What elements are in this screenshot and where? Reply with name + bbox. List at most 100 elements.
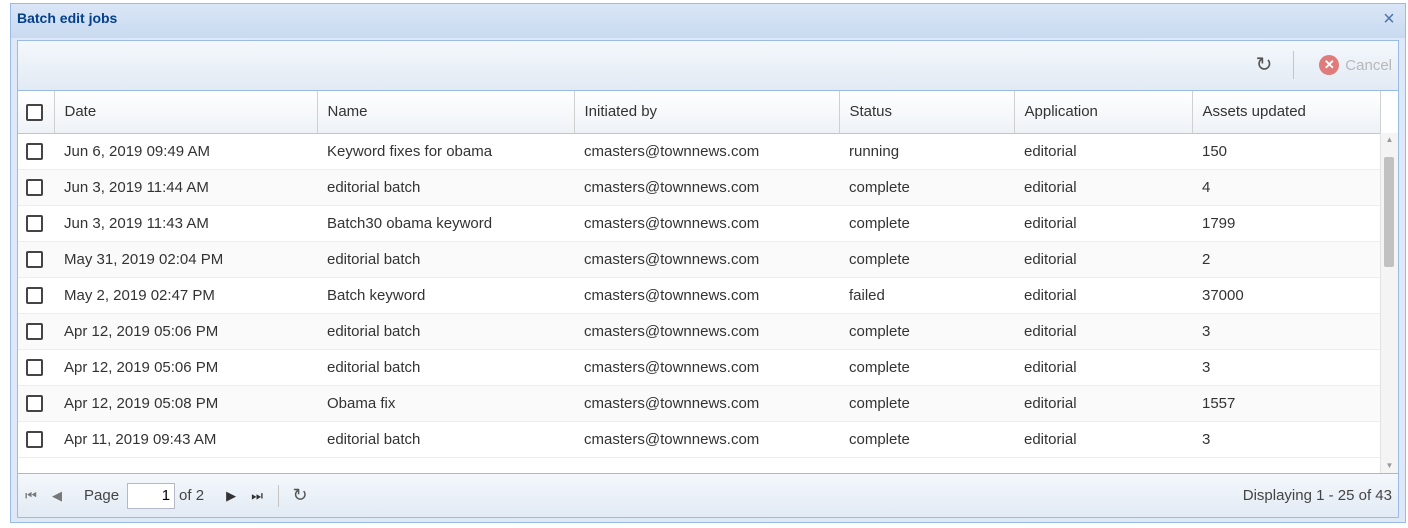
cell-initiated-by: cmasters@townnews.com (574, 169, 839, 206)
cell-application: editorial (1014, 277, 1192, 314)
cell-date: May 31, 2019 02:04 PM (54, 241, 317, 278)
cell-assets-updated: 37000 (1192, 277, 1380, 314)
cell-date: May 2, 2019 02:47 PM (54, 277, 317, 314)
window-titlebar: Batch edit jobs × (11, 4, 1405, 38)
row-checkbox[interactable] (26, 286, 43, 304)
row-checkbox[interactable] (26, 394, 43, 412)
cell-application: editorial (1014, 133, 1192, 170)
cell-assets-updated: 3 (1192, 349, 1380, 386)
jobs-table: Date Name Initiated by Status Applicatio… (18, 91, 1381, 458)
cell-assets-updated: 1557 (1192, 385, 1380, 422)
cell-status: complete (839, 241, 1014, 278)
row-checkbox[interactable] (26, 214, 43, 232)
next-page-icon[interactable]: ▶ (218, 488, 244, 504)
cell-name: editorial batch (317, 421, 574, 458)
column-header-name[interactable]: Name (317, 91, 575, 134)
scroll-up-icon[interactable]: ▲ (1381, 133, 1398, 147)
cell-initiated-by: cmasters@townnews.com (574, 421, 839, 458)
cell-assets-updated: 1799 (1192, 205, 1380, 242)
cell-date: Jun 6, 2019 09:49 AM (54, 133, 317, 170)
cell-name: Keyword fixes for obama (317, 133, 574, 170)
cell-initiated-by: cmasters@townnews.com (574, 241, 839, 278)
row-select-cell (18, 241, 54, 278)
cancel-button[interactable]: ✕ Cancel (1319, 53, 1392, 77)
cell-application: editorial (1014, 385, 1192, 422)
cell-date: Apr 12, 2019 05:06 PM (54, 313, 317, 350)
table-row[interactable]: Apr 12, 2019 05:08 PM Obama fix cmasters@t… (18, 385, 1380, 422)
column-header-status[interactable]: Status (839, 91, 1015, 134)
row-select-cell (18, 385, 54, 422)
table-row[interactable]: Jun 3, 2019 11:43 AM Batch30 obama keywor… (18, 205, 1380, 242)
display-count: Displaying 1 - 25 of 43 (1242, 487, 1392, 504)
table-row[interactable]: Apr 12, 2019 05:06 PM editorial batch cmas… (18, 313, 1380, 350)
cell-name: Batch keyword (317, 277, 574, 314)
column-header-date[interactable]: Date (54, 91, 318, 134)
cell-initiated-by: cmasters@townnews.com (574, 205, 839, 242)
scroll-down-icon[interactable]: ▼ (1381, 459, 1398, 473)
pager-refresh-icon[interactable]: ↻ (287, 485, 313, 506)
cell-name: editorial batch (317, 313, 574, 350)
cancel-icon: ✕ (1319, 55, 1340, 75)
table-row[interactable]: Apr 11, 2019 09:43 AM editorial batch cmas… (18, 421, 1380, 458)
table-row[interactable]: May 2, 2019 02:47 PM Batch keyword cmaster… (18, 277, 1380, 314)
cell-application: editorial (1014, 205, 1192, 242)
select-all-checkbox[interactable] (26, 103, 43, 121)
column-header-initiated-by[interactable]: Initiated by (574, 91, 840, 134)
batch-edit-jobs-window: Batch edit jobs × ↻ ✕ Cancel Date Name I… (10, 3, 1406, 523)
jobs-table-body: Jun 6, 2019 09:49 AM Keyword fixes for ob… (18, 133, 1380, 458)
scrollbar-thumb[interactable] (1384, 157, 1394, 267)
cell-initiated-by: cmasters@townnews.com (574, 349, 839, 386)
cancel-label: Cancel (1345, 56, 1392, 74)
pager-separator (278, 484, 280, 507)
row-select-cell (18, 277, 54, 314)
table-row[interactable]: Jun 6, 2019 09:49 AM Keyword fixes for ob… (18, 133, 1380, 170)
row-checkbox[interactable] (26, 358, 43, 376)
cell-initiated-by: cmasters@townnews.com (574, 313, 839, 350)
page-label: Page (84, 487, 120, 504)
cell-application: editorial (1014, 313, 1192, 350)
refresh-icon[interactable]: ↻ (1252, 53, 1276, 77)
paging-toolbar: ⏮ ◀ Page of 2 ▶ ⏭ ↻ Displaying 1 - 25 of… (17, 474, 1399, 518)
row-checkbox[interactable] (26, 142, 43, 160)
cell-name: Batch30 obama keyword (317, 205, 574, 242)
row-checkbox[interactable] (26, 250, 43, 268)
cell-name: editorial batch (317, 241, 574, 278)
cell-name: editorial batch (317, 169, 574, 206)
first-page-icon[interactable]: ⏮ (18, 488, 44, 504)
row-select-cell (18, 133, 54, 170)
cell-status: complete (839, 349, 1014, 386)
cell-initiated-by: cmasters@townnews.com (574, 385, 839, 422)
cell-status: complete (839, 169, 1014, 206)
row-select-cell (18, 313, 54, 350)
cell-date: Apr 12, 2019 05:08 PM (54, 385, 317, 422)
cell-status: complete (839, 421, 1014, 458)
jobs-grid: Date Name Initiated by Status Applicatio… (17, 90, 1399, 474)
cell-application: editorial (1014, 421, 1192, 458)
row-checkbox[interactable] (26, 178, 43, 196)
cell-date: Apr 12, 2019 05:06 PM (54, 349, 317, 386)
row-checkbox[interactable] (26, 322, 43, 340)
cell-initiated-by: cmasters@townnews.com (574, 277, 839, 314)
cell-assets-updated: 2 (1192, 241, 1380, 278)
column-header-assets-updated[interactable]: Assets updated (1192, 91, 1381, 134)
prev-page-icon[interactable]: ◀ (44, 488, 70, 504)
cell-application: editorial (1014, 349, 1192, 386)
cell-status: complete (839, 313, 1014, 350)
table-row[interactable]: May 31, 2019 02:04 PM editorial batch cmas… (18, 241, 1380, 278)
row-select-cell (18, 349, 54, 386)
cell-status: failed (839, 277, 1014, 314)
column-header-application[interactable]: Application (1014, 91, 1193, 134)
cell-status: complete (839, 385, 1014, 422)
cell-date: Jun 3, 2019 11:44 AM (54, 169, 317, 206)
last-page-icon[interactable]: ⏭ (244, 488, 270, 504)
row-select-cell (18, 421, 54, 458)
cell-assets-updated: 3 (1192, 313, 1380, 350)
row-checkbox[interactable] (26, 430, 43, 448)
cell-name: Obama fix (317, 385, 574, 422)
cell-application: editorial (1014, 241, 1192, 278)
close-icon[interactable]: × (1379, 9, 1399, 29)
vertical-scrollbar[interactable]: ▲ ▼ (1380, 133, 1398, 473)
page-number-input[interactable] (127, 482, 176, 509)
table-row[interactable]: Apr 12, 2019 05:06 PM editorial batch cmas… (18, 349, 1380, 386)
table-row[interactable]: Jun 3, 2019 11:44 AM editorial batch cmast… (18, 169, 1380, 206)
